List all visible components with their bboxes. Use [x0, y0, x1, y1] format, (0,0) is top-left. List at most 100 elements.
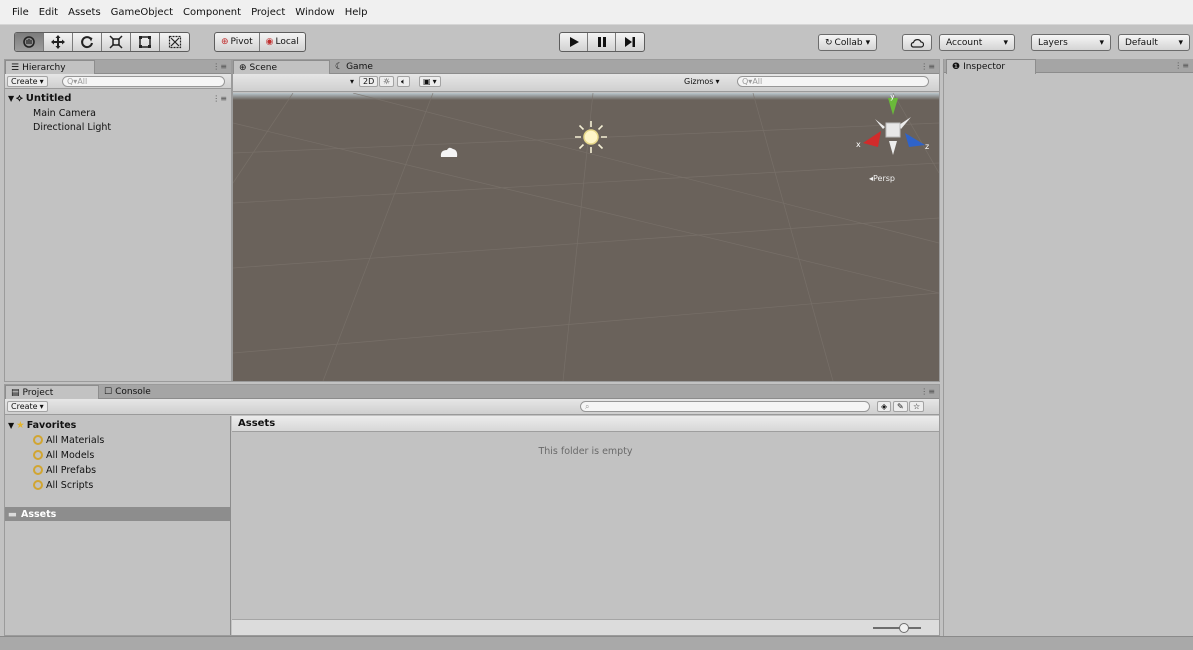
tab-game[interactable]: ☾ Game — [330, 60, 420, 74]
hierarchy-tabbar: ☰ Hierarchy ⋮≡ — [5, 60, 231, 75]
menu-window[interactable]: Window — [295, 7, 334, 18]
scene-panel: ⊕ Scene ☾ Game ⋮≡ ▾ 2D ☼ 🔈︎ ▣ ▾ Gizmos ▾… — [232, 59, 940, 382]
project-folder-tree: ▼ ★ Favorites All Materials All Models A… — [5, 416, 231, 635]
account-dropdown[interactable]: Account ▾ — [939, 34, 1015, 51]
inspector-panel: ❶ Inspector ⋮≡ — [943, 59, 1193, 636]
scene-viewport[interactable]: y x z ◂Persp — [233, 93, 939, 381]
image-icon: ▣ — [423, 77, 431, 86]
scene-search-input[interactable]: Q▾All — [737, 76, 929, 87]
tab-project[interactable]: ▤ Project — [5, 385, 99, 400]
directional-light-sun-icon[interactable] — [573, 119, 609, 155]
search-filter-icon — [33, 465, 43, 475]
pivot-toggle[interactable]: ⊕ Pivot — [215, 33, 260, 51]
pause-button[interactable] — [588, 33, 616, 51]
project-create-button[interactable]: Create ▾ — [7, 401, 48, 412]
tab-inspector[interactable]: ❶ Inspector — [946, 59, 1036, 74]
menu-help[interactable]: Help — [345, 7, 368, 18]
menu-edit[interactable]: Edit — [39, 7, 58, 18]
menu-file[interactable]: File — [12, 7, 29, 18]
hierarchy-create-button[interactable]: Create ▾ — [7, 76, 48, 87]
transform-tools — [14, 32, 190, 52]
favorite-item[interactable]: All Scripts — [33, 478, 93, 492]
collab-button[interactable]: ↻ Collab ▾ — [818, 34, 878, 51]
gizmos-dropdown[interactable]: Gizmos ▾ — [681, 76, 723, 87]
perspective-label[interactable]: ◂Persp — [869, 174, 895, 183]
slider-handle[interactable] — [899, 623, 909, 633]
project-search-input[interactable]: ⌕ — [580, 401, 870, 412]
play-button[interactable] — [560, 33, 588, 51]
filter-icon: ◈ — [881, 402, 888, 411]
scene-menu-icon[interactable]: ⋮≡ — [212, 94, 227, 103]
assets-folder-item[interactable]: ▬ Assets — [5, 507, 230, 521]
scene-root-row[interactable]: ▼ ⟡ Untitled ⋮≡ — [5, 91, 231, 105]
play-icon — [569, 37, 579, 47]
rotate-tool-button[interactable] — [73, 33, 102, 51]
main-camera-icon[interactable] — [438, 145, 460, 161]
transform-icon — [168, 35, 181, 49]
lighting-toggle[interactable]: ☼ — [379, 76, 395, 87]
expand-arrow-icon[interactable]: ▼ — [8, 94, 14, 103]
audio-toggle[interactable]: 🔈︎ — [397, 76, 410, 87]
favorites-star-icon: ★ — [16, 419, 25, 431]
search-filter-icon — [33, 450, 43, 460]
inspector-menu-icon[interactable]: ⋮≡ — [1174, 61, 1189, 70]
scale-tool-button[interactable] — [102, 33, 131, 51]
layout-dropdown[interactable]: Default ▾ — [1118, 34, 1190, 51]
gizmo-axis-z-label: z — [925, 142, 929, 151]
local-icon: ◉ — [265, 37, 274, 47]
shading-mode-dropdown[interactable]: ▾ — [237, 76, 357, 87]
filter-by-type-button[interactable]: ◈ — [877, 401, 892, 412]
rect-tool-button[interactable] — [131, 33, 160, 51]
rotate-icon — [81, 36, 93, 49]
star-icon: ☆ — [913, 402, 921, 411]
hand-icon — [23, 36, 35, 48]
scene-tabbar: ⊕ Scene ☾ Game ⋮≡ — [233, 60, 939, 75]
favorite-item[interactable]: All Prefabs — [33, 463, 96, 477]
menu-gameobject[interactable]: GameObject — [111, 7, 173, 18]
collab-icon: ↻ — [825, 37, 833, 48]
project-menu-icon[interactable]: ⋮≡ — [920, 387, 935, 396]
favorite-item[interactable]: All Materials — [33, 433, 104, 447]
hierarchy-search-input[interactable]: Q▾All — [62, 76, 225, 87]
panel-menu-icon[interactable]: ⋮≡ — [212, 62, 227, 71]
main-toolbar: ⊕ Pivot ◉ Local ↻ Collab ▾ Account ▾ Lay… — [0, 25, 1193, 59]
status-bar — [0, 636, 1193, 650]
2d-toggle[interactable]: 2D — [359, 76, 379, 87]
hand-tool-button[interactable] — [15, 33, 44, 51]
menu-assets[interactable]: Assets — [68, 7, 101, 18]
menu-bar: File Edit Assets GameObject Component Pr… — [0, 0, 1193, 25]
project-asset-view: Assets This folder is empty — [232, 416, 939, 635]
layers-dropdown[interactable]: Layers ▾ — [1031, 34, 1111, 51]
scene-subbar: ▾ 2D ☼ 🔈︎ ▣ ▾ Gizmos ▾ Q▾All — [233, 74, 939, 92]
hierarchy-panel: ☰ Hierarchy ⋮≡ Create ▾ Q▾All ▼ ⟡ Untitl… — [4, 59, 232, 382]
tab-scene[interactable]: ⊕ Scene — [233, 60, 330, 75]
favorites-row[interactable]: ▼ ★ Favorites — [8, 418, 76, 432]
cloud-button[interactable] — [902, 34, 932, 51]
menu-project[interactable]: Project — [251, 7, 285, 18]
pause-icon — [597, 37, 606, 47]
transform-tool-button[interactable] — [160, 33, 189, 51]
move-tool-button[interactable] — [44, 33, 73, 51]
step-button[interactable] — [616, 33, 644, 51]
orientation-gizmo[interactable]: y x z — [853, 95, 933, 165]
effects-dropdown[interactable]: ▣ ▾ — [419, 76, 441, 87]
move-icon — [51, 35, 65, 49]
project-tabbar: ▤ Project ☐ Console ⋮≡ — [5, 385, 939, 400]
filter-by-label-button[interactable]: ✎ — [893, 401, 908, 412]
project-subbar: Create ▾ ⌕ ◈ ✎ ☆ — [5, 399, 939, 415]
scene-panel-menu-icon[interactable]: ⋮≡ — [920, 62, 935, 71]
menu-component[interactable]: Component — [183, 7, 241, 18]
search-filter-icon — [33, 435, 43, 445]
hierarchy-item-main-camera[interactable]: Main Camera — [33, 108, 96, 119]
gizmo-axis-x-label: x — [856, 140, 861, 149]
icon-size-slider[interactable] — [873, 623, 921, 633]
hierarchy-item-directional-light[interactable]: Directional Light — [33, 122, 111, 133]
local-toggle[interactable]: ◉ Local — [260, 33, 305, 51]
tab-console[interactable]: ☐ Console — [99, 385, 183, 399]
pivot-icon: ⊕ — [221, 37, 229, 47]
assets-breadcrumb[interactable]: Assets — [232, 416, 939, 432]
favorite-item[interactable]: All Models — [33, 448, 94, 462]
tab-hierarchy[interactable]: ☰ Hierarchy — [5, 60, 95, 75]
expand-arrow-icon[interactable]: ▼ — [8, 421, 14, 430]
favorite-button[interactable]: ☆ — [909, 401, 925, 412]
